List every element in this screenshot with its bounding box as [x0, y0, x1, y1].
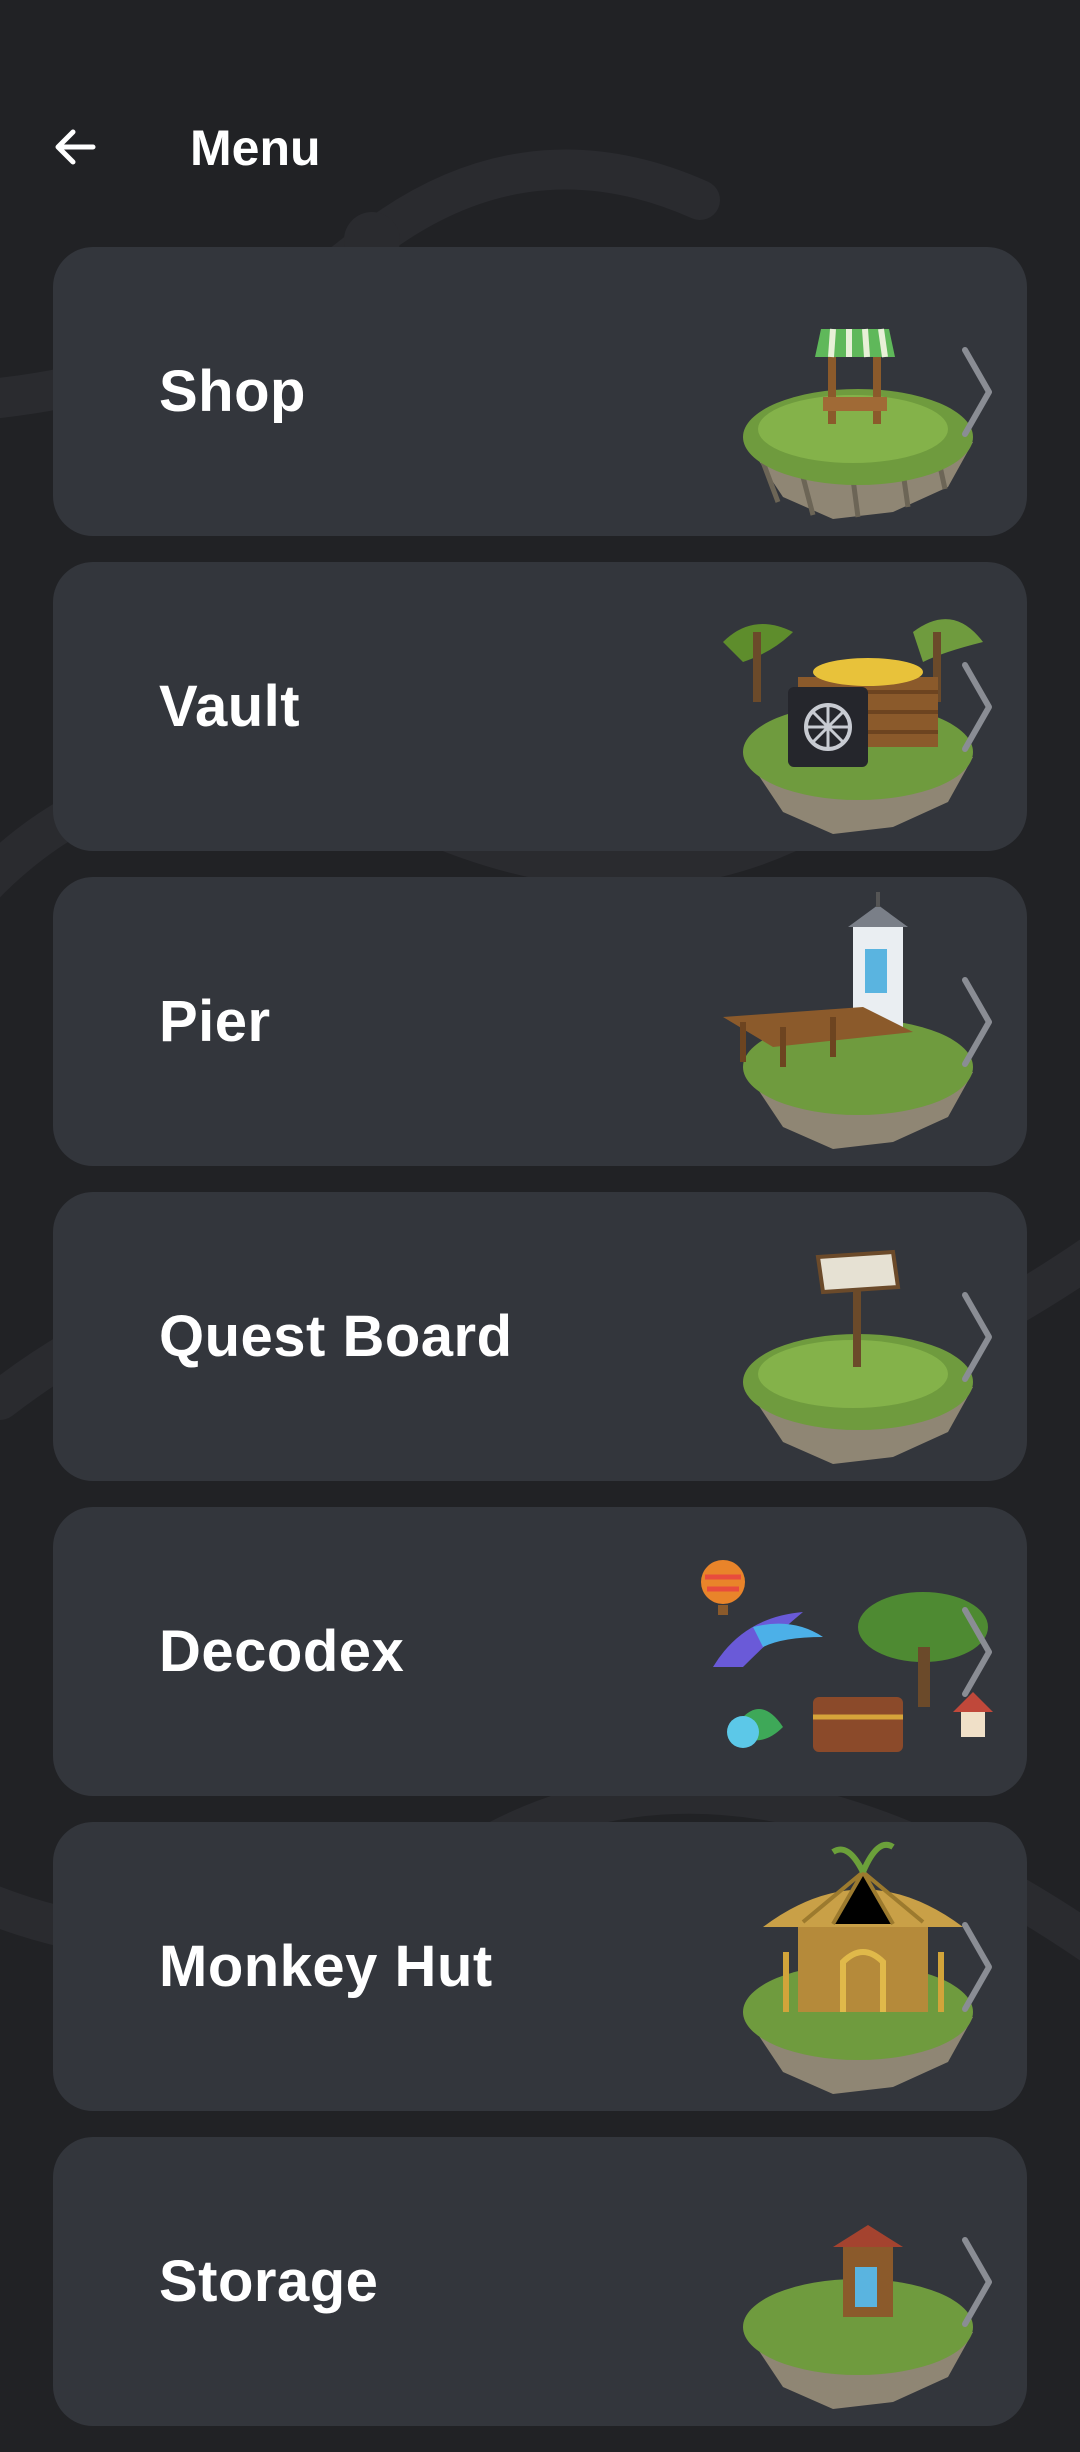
top-app-bar: Menu	[0, 0, 1080, 240]
chevron-right-icon	[962, 1607, 992, 1697]
chevron-right-icon	[962, 1292, 992, 1382]
pier-island-icon	[723, 892, 973, 1149]
chevron-right-icon	[962, 1922, 992, 2012]
menu-item-label: Pier	[159, 989, 271, 1054]
menu-item-label: Decodex	[159, 1619, 405, 1684]
menu-item-label: Quest Board	[159, 1304, 513, 1369]
back-button[interactable]	[40, 112, 110, 182]
monkey-hut-island-icon	[743, 1841, 973, 2094]
page-title: Menu	[190, 120, 321, 176]
chevron-right-icon	[962, 2237, 992, 2327]
quest-board-island-icon	[743, 1249, 973, 1464]
arrow-left-icon	[55, 129, 96, 165]
menu-item-label: Monkey Hut	[159, 1934, 493, 1999]
menu-list: Shop Vault Pier Quest Board Decodex Monk…	[53, 247, 1027, 2452]
menu-item-label: Vault	[159, 674, 301, 739]
storage-island-icon	[743, 2225, 973, 2409]
chevron-right-icon	[962, 347, 992, 437]
decodex-scene-icon	[701, 1560, 993, 1752]
shop-island-icon	[743, 328, 973, 519]
menu-item-quest-board[interactable]: Quest Board	[53, 1192, 1027, 1481]
menu-item-pier[interactable]: Pier	[53, 877, 1027, 1166]
menu-item-label: Shop	[159, 359, 306, 424]
chevron-right-icon	[962, 977, 992, 1067]
vault-island-icon	[723, 619, 983, 834]
menu-item-vault[interactable]: Vault	[53, 562, 1027, 851]
menu-item-label: Storage	[159, 2249, 379, 2314]
menu-item-storage[interactable]: Storage	[53, 2137, 1027, 2426]
menu-item-monkey-hut[interactable]: Monkey Hut	[53, 1822, 1027, 2111]
chevron-right-icon	[962, 662, 992, 752]
menu-item-shop[interactable]: Shop	[53, 247, 1027, 536]
menu-item-decodex[interactable]: Decodex	[53, 1507, 1027, 1796]
